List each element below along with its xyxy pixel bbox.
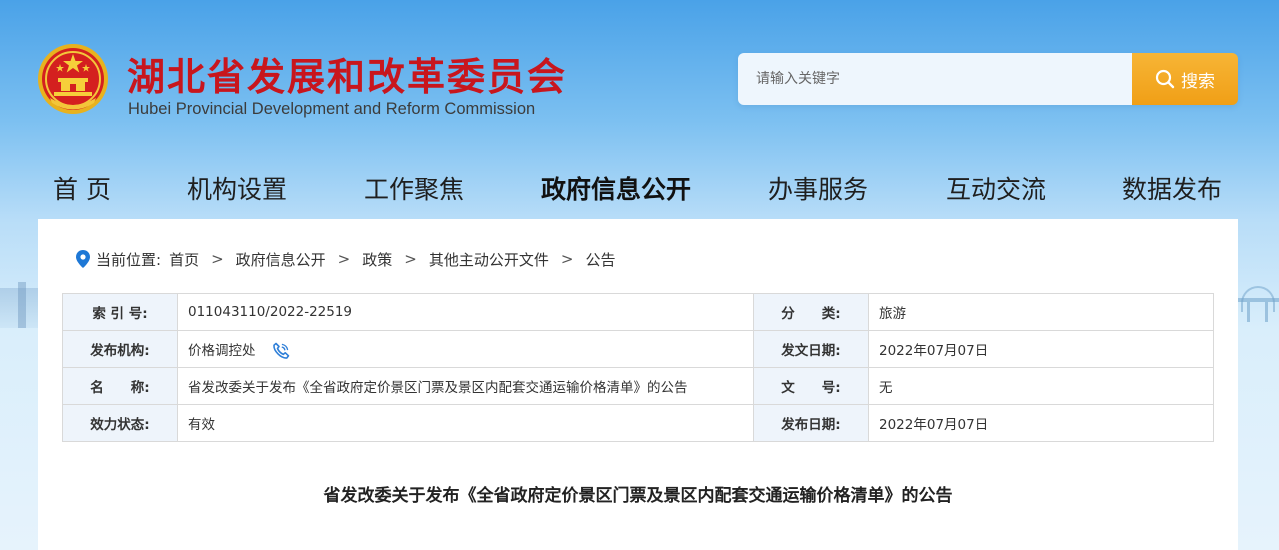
- search-bar: 搜索: [738, 53, 1238, 105]
- nav-services[interactable]: 办事服务: [768, 170, 868, 206]
- phone-icon[interactable]: [272, 342, 290, 360]
- table-row: 名 称: 省发改委关于发布《全省政府定价景区门票及景区内配套交通运输价格清单》的…: [62, 367, 1214, 405]
- search-button-label: 搜索: [1181, 71, 1215, 92]
- nav-home[interactable]: 首 页: [53, 170, 111, 206]
- search-button[interactable]: 搜索: [1132, 53, 1238, 105]
- bridge-decoration: [1237, 282, 1279, 322]
- table-row: 索 引 号: 011043110/2022-22519 分 类: 旅游: [62, 293, 1214, 331]
- meta-value-issue-date: 2022年07月07日: [868, 330, 1214, 368]
- nav-interaction[interactable]: 互动交流: [946, 170, 1046, 206]
- main-nav: 首 页 机构设置 工作聚焦 政府信息公开 办事服务 互动交流 数据发布: [0, 170, 1279, 210]
- meta-key-name: 名 称:: [62, 367, 178, 405]
- search-input[interactable]: [738, 53, 1132, 105]
- meta-key-index: 索 引 号:: [62, 293, 178, 331]
- table-row: 发布机构: 价格调控处 发文日期: 2022年07月07日: [62, 330, 1214, 368]
- search-icon: [1155, 69, 1175, 89]
- meta-key-issue-date: 发文日期:: [753, 330, 869, 368]
- meta-value-doc-number: 无: [868, 367, 1214, 405]
- breadcrumb-separator: >: [560, 250, 574, 268]
- meta-value-publisher: 价格调控处: [188, 342, 256, 359]
- meta-key-status: 效力状态:: [62, 404, 178, 442]
- meta-value-name: 省发改委关于发布《全省政府定价景区门票及景区内配套交通运输价格清单》的公告: [177, 367, 754, 405]
- meta-value-index: 011043110/2022-22519: [177, 293, 754, 331]
- breadcrumb-home[interactable]: 首页: [169, 249, 199, 270]
- meta-value-publisher-cell: 价格调控处: [177, 330, 754, 368]
- site-title: 湖北省发展和改革委员会: [127, 55, 568, 99]
- content-panel: 当前位置: 首页 > 政府信息公开 > 政策 > 其他主动公开文件 > 公告 索…: [38, 219, 1238, 550]
- breadcrumb-other-files[interactable]: 其他主动公开文件: [429, 249, 549, 270]
- breadcrumb-notice[interactable]: 公告: [585, 249, 615, 270]
- table-row: 效力状态: 有效 发布日期: 2022年07月07日: [62, 404, 1214, 442]
- breadcrumb: 当前位置: 首页 > 政府信息公开 > 政策 > 其他主动公开文件 > 公告: [76, 249, 615, 269]
- location-pin-icon: [76, 250, 90, 268]
- national-emblem-icon: [36, 42, 110, 116]
- nav-organization[interactable]: 机构设置: [187, 170, 287, 206]
- skyline-decoration: [0, 282, 40, 328]
- document-meta-table: 索 引 号: 011043110/2022-22519 分 类: 旅游 发布机构…: [62, 293, 1214, 442]
- meta-key-doc-number: 文 号:: [753, 367, 869, 405]
- breadcrumb-separator: >: [337, 250, 351, 268]
- nav-work-focus[interactable]: 工作聚焦: [364, 170, 464, 206]
- site-subtitle: Hubei Provincial Development and Reform …: [128, 100, 536, 118]
- breadcrumb-prefix: 当前位置:: [96, 250, 162, 269]
- breadcrumb-separator: >: [211, 250, 224, 268]
- breadcrumb-gov-info[interactable]: 政府信息公开: [236, 249, 326, 270]
- nav-data-release[interactable]: 数据发布: [1122, 170, 1222, 206]
- meta-value-category: 旅游: [868, 293, 1214, 331]
- meta-key-category: 分 类:: [753, 293, 869, 331]
- meta-key-publisher: 发布机构:: [62, 330, 178, 368]
- meta-value-status: 有效: [177, 404, 754, 442]
- breadcrumb-policy[interactable]: 政策: [362, 249, 392, 270]
- nav-gov-info-public[interactable]: 政府信息公开: [541, 170, 691, 206]
- article-title: 省发改委关于发布《全省政府定价景区门票及景区内配套交通运输价格清单》的公告: [323, 486, 953, 506]
- meta-key-publish-date: 发布日期:: [753, 404, 869, 442]
- breadcrumb-separator: >: [404, 250, 417, 268]
- meta-value-publish-date: 2022年07月07日: [868, 404, 1214, 442]
